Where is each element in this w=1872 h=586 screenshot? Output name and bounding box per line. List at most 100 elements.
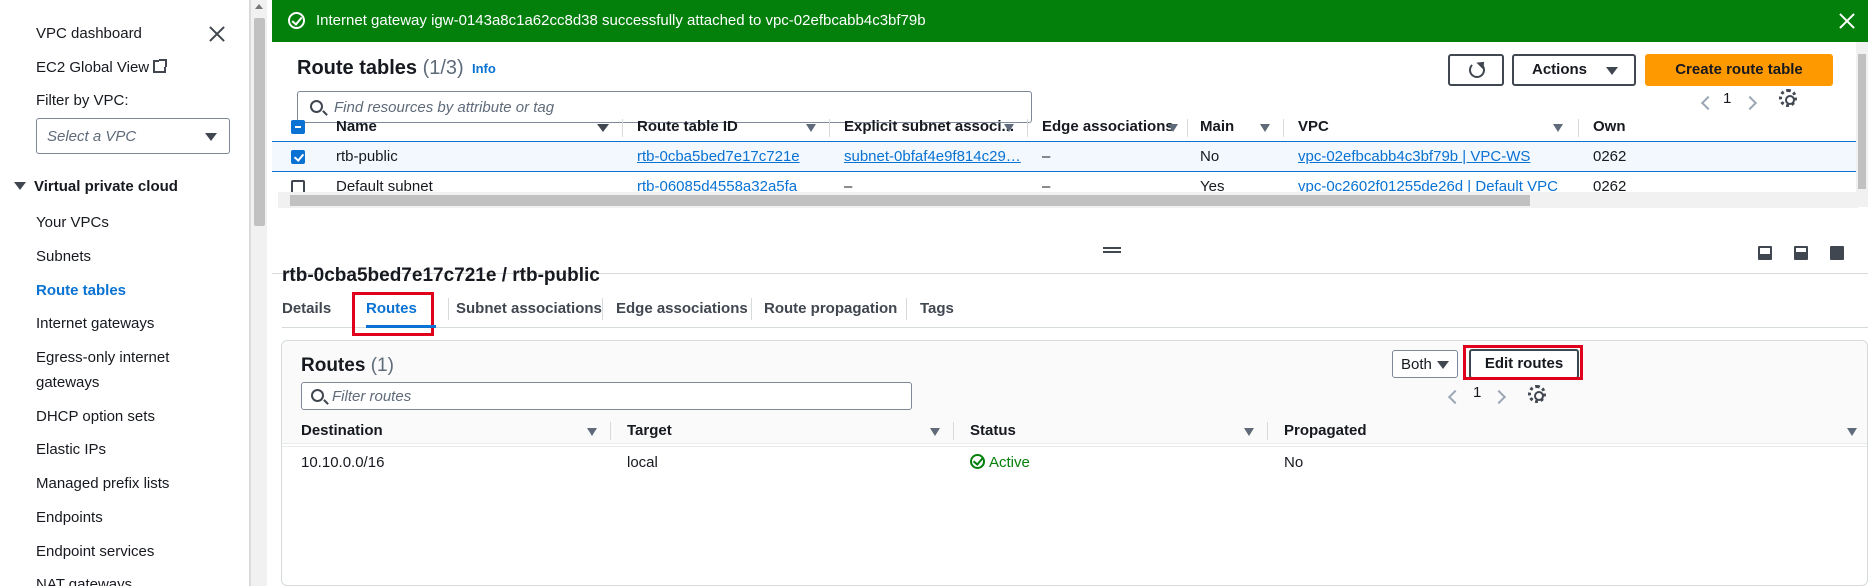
sidebar-vpc-dashboard[interactable]: VPC dashboard [36, 25, 142, 42]
sidebar-item-managed-prefix-lists[interactable]: Managed prefix lists [36, 475, 169, 492]
sort-caret-icon[interactable] [1260, 124, 1270, 132]
scroll-up-arrow-icon[interactable] [255, 4, 263, 9]
detail-tabs: Details Routes Subnet associations Edge … [282, 292, 1868, 336]
view-mode-icon[interactable] [1794, 246, 1808, 260]
refresh-button[interactable] [1448, 54, 1504, 86]
column-vpc[interactable]: VPC [1284, 113, 1579, 141]
active-tab-indicator [366, 325, 436, 328]
sort-caret-icon[interactable] [1553, 124, 1563, 132]
sidebar-item-nat-gateways[interactable]: NAT gateways [36, 576, 132, 586]
tab-route-propagation[interactable]: Route propagation [764, 300, 897, 317]
sidebar-item-egress-only-line2[interactable]: gateways [36, 374, 99, 391]
sidebar-scrollbar[interactable] [250, 0, 267, 586]
column-status-label: Status [970, 422, 1016, 440]
route-tables-title: Route tables [297, 57, 418, 79]
column-propagated[interactable]: Propagated [1268, 416, 1867, 447]
row-main: No [1188, 140, 1284, 172]
column-route-table-id-label: Route table ID [637, 118, 738, 136]
sidebar-item-endpoints[interactable]: Endpoints [36, 509, 103, 526]
table-row: 10.10.0.0/16 local Active No [282, 446, 1867, 478]
select-all-header [272, 113, 320, 141]
column-target-label: Target [627, 422, 672, 440]
route-status-label: Active [989, 453, 1030, 471]
route-tables-count: (1/3) [422, 57, 464, 79]
sidebar-item-internet-gateways[interactable]: Internet gateways [36, 315, 154, 332]
page-number[interactable]: 1 [1723, 90, 1731, 107]
sidebar-item-endpoint-services[interactable]: Endpoint services [36, 543, 154, 560]
subnet-link[interactable]: subnet-0bfaf4e9f814c29… [844, 148, 1021, 165]
tab-details[interactable]: Details [282, 300, 331, 317]
column-status[interactable]: Status [954, 416, 1268, 447]
sort-caret-icon[interactable] [1004, 124, 1014, 132]
row-owner: 0262 [1579, 140, 1864, 172]
success-flash-banner: Internet gateway igw-0143a8c1a62cc8d38 s… [272, 0, 1868, 42]
route-filter-select[interactable]: Both [1392, 350, 1458, 378]
tab-subnet-associations[interactable]: Subnet associations [456, 300, 602, 317]
column-name[interactable]: Name [320, 113, 623, 141]
previous-page-icon[interactable] [1447, 389, 1463, 405]
sort-caret-icon[interactable] [1168, 124, 1178, 132]
next-page-icon[interactable] [1491, 389, 1507, 405]
routes-search-input[interactable]: Filter routes [301, 382, 912, 410]
dismiss-flash-icon[interactable] [1838, 12, 1856, 30]
highlight-box [352, 292, 434, 336]
row-checkbox[interactable] [291, 149, 305, 164]
panel-vertical-scrollbar[interactable] [1856, 42, 1868, 207]
column-destination[interactable]: Destination [282, 416, 611, 447]
column-owner[interactable]: Own [1579, 113, 1864, 141]
column-target[interactable]: Target [611, 416, 954, 447]
column-explicit-subnet[interactable]: Explicit subnet associ... [830, 113, 1028, 141]
sidebar-item-dhcp-option-sets[interactable]: DHCP option sets [36, 408, 155, 425]
next-page-icon[interactable] [1742, 95, 1758, 111]
settings-gear-icon[interactable] [1528, 385, 1546, 403]
sidebar-item-your-vpcs[interactable]: Your VPCs [36, 214, 109, 231]
horizontal-scroll-thumb[interactable] [290, 195, 1530, 206]
sort-caret-icon[interactable] [597, 124, 609, 132]
table-row[interactable]: rtb-public rtb-0cba5bed7e17c721e subnet-… [272, 140, 1864, 172]
sidebar-section-virtual-private-cloud[interactable]: Virtual private cloud [14, 178, 178, 195]
sidebar-item-egress-only[interactable]: Egress-only internet [36, 349, 169, 366]
sidebar-ec2-global-view[interactable]: EC2 Global View [36, 59, 168, 76]
external-link-icon [153, 59, 168, 73]
sort-caret-icon[interactable] [1244, 428, 1254, 436]
sort-caret-icon[interactable] [587, 428, 597, 436]
column-vpc-label: VPC [1298, 118, 1329, 136]
sort-caret-icon[interactable] [1847, 428, 1857, 436]
view-mode-icon[interactable] [1830, 246, 1844, 260]
column-edge-associations[interactable]: Edge associations [1028, 113, 1188, 141]
sidebar-item-elastic-ips[interactable]: Elastic IPs [36, 441, 106, 458]
column-main[interactable]: Main [1188, 113, 1284, 141]
vpc-filter-select[interactable]: Select a VPC [36, 118, 230, 154]
actions-button[interactable]: Actions [1512, 54, 1636, 86]
sort-caret-icon[interactable] [806, 124, 816, 132]
row-name: rtb-public [320, 140, 623, 172]
vpc-link[interactable]: vpc-02efbcabb4c3bf79b | VPC-WS [1298, 148, 1530, 165]
route-table-id-link[interactable]: rtb-0cba5bed7e17c721e [637, 148, 800, 165]
tab-edge-associations[interactable]: Edge associations [616, 300, 748, 317]
close-icon[interactable] [207, 24, 227, 44]
caret-down-icon [14, 182, 26, 190]
split-panel-drag-handle[interactable] [1103, 247, 1121, 253]
table-horizontal-scrollbar[interactable] [278, 192, 1858, 208]
tab-divider [751, 298, 752, 320]
create-route-table-button[interactable]: Create route table [1645, 54, 1833, 86]
main-content: Internet gateway igw-0143a8c1a62cc8d38 s… [268, 0, 1872, 586]
column-route-table-id[interactable]: Route table ID [623, 113, 830, 141]
routes-page-number[interactable]: 1 [1473, 384, 1481, 401]
routes-panel: Routes (1) Both Edit routes Filter route… [281, 340, 1868, 586]
sort-caret-icon[interactable] [930, 428, 940, 436]
previous-page-icon[interactable] [1700, 95, 1716, 111]
settings-gear-icon[interactable] [1779, 89, 1797, 107]
search-icon [310, 100, 323, 113]
column-main-label: Main [1200, 118, 1235, 136]
sidebar-item-route-tables[interactable]: Route tables [36, 282, 126, 299]
select-all-checkbox[interactable] [291, 120, 305, 135]
routes-heading: Routes (1) [301, 355, 394, 377]
sidebar-scroll-thumb[interactable] [254, 18, 265, 226]
sidebar-item-subnets[interactable]: Subnets [36, 248, 91, 265]
view-mode-icon[interactable] [1758, 246, 1772, 260]
info-link[interactable]: Info [472, 61, 496, 76]
vertical-scroll-thumb[interactable] [1858, 54, 1866, 189]
table-header-row: Destination Target Status Propagated [282, 416, 1867, 447]
tab-tags[interactable]: Tags [920, 300, 954, 317]
